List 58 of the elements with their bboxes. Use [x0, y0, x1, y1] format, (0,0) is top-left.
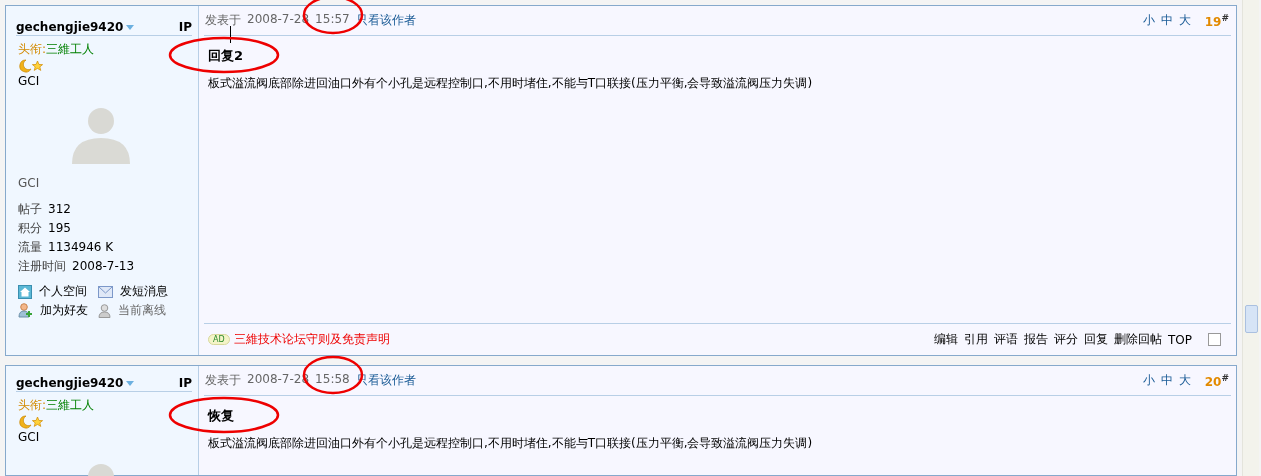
dropdown-caret-icon[interactable] — [126, 24, 135, 30]
username-link[interactable]: gechengjie9420 — [16, 376, 124, 390]
stat-value: 2008-7-13 — [72, 259, 135, 274]
moon-star-icon — [18, 59, 44, 73]
stat-value: 312 — [48, 202, 71, 217]
post-body: 板式溢流阀底部除进回油口外有个小孔是远程控制口,不用时堵住,不能与T口联接(压力平衡,会导致溢流阀压力失调) — [208, 75, 814, 92]
post-action-link[interactable]: 删除回帖 — [1114, 331, 1162, 348]
select-checkbox[interactable] — [1208, 333, 1221, 346]
stat-value: 195 — [48, 221, 71, 236]
stat-label: 帖子 — [18, 202, 42, 217]
stat-value: 1134946 K — [48, 240, 114, 255]
posted-label: 发表于 — [205, 12, 241, 29]
post-time: 15:58 — [315, 372, 350, 386]
user-icon — [98, 303, 111, 318]
ip-label[interactable]: IP — [178, 376, 192, 390]
user-group: GCI — [18, 176, 198, 190]
user-rank: 头衔:三維工人 — [18, 397, 96, 414]
add-user-icon — [18, 303, 33, 318]
post-action-link[interactable]: 评分 — [1054, 331, 1078, 348]
posted-label: 发表于 — [205, 372, 241, 389]
stat-label: 流量 — [18, 240, 42, 255]
username-link[interactable]: gechengjie9420 — [16, 20, 124, 34]
post-action-link[interactable]: 回复 — [1084, 331, 1108, 348]
font-size-link[interactable]: 大 — [1178, 12, 1191, 29]
moon-star-icon — [18, 415, 44, 429]
post-action-link[interactable]: 报告 — [1024, 331, 1048, 348]
font-size-link[interactable]: 小 — [1142, 372, 1155, 389]
user-group: GCI — [18, 74, 198, 88]
dropdown-caret-icon[interactable] — [126, 380, 135, 386]
stat-label: 注册时间 — [18, 259, 66, 274]
scrollbar-thumb[interactable] — [1245, 305, 1258, 333]
post-time: 15:57 — [315, 12, 350, 26]
post-subject: 回复2 — [208, 48, 244, 63]
ad-badge: AD — [208, 334, 230, 345]
user-group: GCI — [18, 430, 198, 444]
post-subject: 恢复 — [208, 408, 234, 423]
font-size-link[interactable]: 中 — [1160, 12, 1173, 29]
floor-number: 19$^{#}$ — [1204, 12, 1229, 29]
leader-line — [230, 26, 231, 43]
envelope-icon — [98, 285, 113, 298]
profile-link[interactable]: 个人空间 — [18, 284, 98, 299]
font-size-link[interactable]: 小 — [1142, 12, 1155, 29]
rules-link[interactable]: 三維技术论坛守则及免责声明 — [233, 331, 390, 348]
stat-label: 积分 — [18, 221, 42, 236]
profile-link[interactable]: 发短消息 — [98, 284, 178, 299]
font-size-link[interactable]: 中 — [1160, 372, 1173, 389]
profile-link[interactable]: 加为好友 — [18, 303, 98, 318]
post-action-link[interactable]: TOP — [1168, 332, 1192, 347]
post-body: 板式溢流阀底部除进回油口外有个小孔是远程控制口,不用时堵住,不能与T口联接(压力平衡,会导致溢流阀压力失调) — [208, 435, 814, 452]
ip-label[interactable]: IP — [178, 20, 192, 34]
floor-number: 20$^{#}$ — [1204, 372, 1229, 389]
user-rank: 头衔:三維工人 — [18, 41, 96, 58]
home-icon — [18, 284, 32, 299]
post-action-link[interactable]: 引用 — [964, 331, 988, 348]
status-label[interactable]: 当前离线 — [98, 303, 178, 318]
post-action-link[interactable]: 编辑 — [934, 331, 958, 348]
font-size-link[interactable]: 大 — [1178, 372, 1191, 389]
post-action-link[interactable]: 评语 — [994, 331, 1018, 348]
